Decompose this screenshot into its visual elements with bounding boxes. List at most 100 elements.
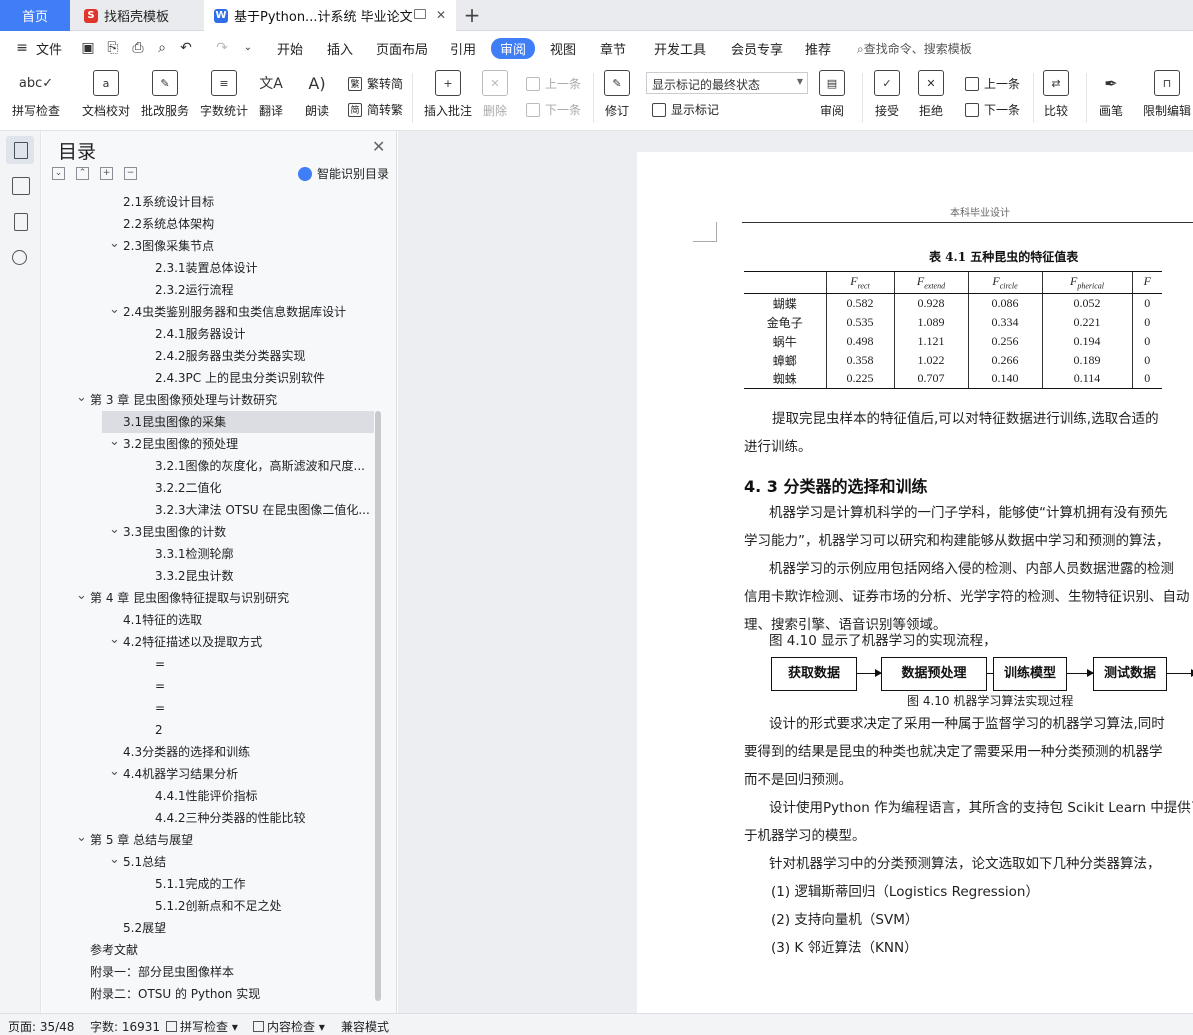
toc-item[interactable]: = [155, 675, 165, 697]
toc-item[interactable]: 4.1特征的选取 [123, 609, 202, 631]
nav-pane-icon[interactable] [12, 177, 30, 195]
toc-item[interactable]: 2.4.3PC 上的昆虫分类识别软件 [155, 367, 325, 389]
toc-item[interactable]: 2 [155, 719, 163, 741]
chevron-down-icon[interactable]: ⌄ [76, 830, 87, 845]
search-icon[interactable] [12, 250, 27, 265]
toc-item[interactable]: 3.3昆虫图像的计数 [123, 521, 226, 543]
chevron-down-icon[interactable]: ⌄ [109, 764, 120, 779]
chevron-down-icon[interactable]: ⌄ [109, 434, 120, 449]
insert-comment-button[interactable]: + 插入批注 [424, 70, 472, 119]
word-count-button[interactable]: ≡ 字数统计 [200, 70, 248, 119]
smart-toc-button[interactable]: 智能识别目录 [298, 165, 389, 182]
toc-item[interactable]: 5.1.2创新点和不足之处 [155, 895, 282, 917]
menu-reference[interactable]: 引用 [450, 39, 476, 58]
hamburger-menu-icon[interactable]: ≡ [14, 40, 30, 56]
markup-state-select[interactable]: 显示标记的最终状态 ▼ [646, 72, 808, 94]
chevron-down-icon[interactable]: ⌄ [109, 632, 120, 647]
chevron-down-icon[interactable]: ⌄ [109, 302, 120, 317]
chevron-down-icon[interactable]: ⌄ [109, 236, 120, 251]
toc-item[interactable]: 3.2昆虫图像的预处理 [123, 433, 238, 455]
compare-button[interactable]: ⇄ 比较 [1043, 70, 1069, 119]
track-changes-button[interactable]: ✎ 修订 [604, 70, 630, 119]
bookmark-icon[interactable] [14, 213, 28, 231]
menu-recommend[interactable]: 推荐 [805, 39, 831, 58]
batch-service-button[interactable]: ✎ 批改服务 [141, 70, 189, 119]
delete-comment-button[interactable]: ✕ 删除 [482, 70, 508, 119]
restrict-edit-button[interactable]: ⊓ 限制编辑 [1143, 70, 1191, 119]
print-preview-icon[interactable]: ⌕ [154, 40, 170, 56]
toc-item[interactable]: 5.1.1完成的工作 [155, 873, 246, 895]
traditional-to-simplified-button[interactable]: 繁繁转简 [348, 75, 403, 92]
add-tab-button[interactable]: + [460, 3, 484, 27]
toc-item[interactable]: 第 3 章 昆虫图像预处理与计数研究 [90, 389, 277, 411]
more-chevron-icon[interactable]: ⌄ [240, 40, 256, 56]
simplified-to-traditional-button[interactable]: 简简转繁 [348, 101, 403, 118]
read-aloud-button[interactable]: A) 朗读 [304, 70, 330, 119]
toc-item[interactable]: 2.3.2运行流程 [155, 279, 234, 301]
collapse-all-icon[interactable]: ⌄ [52, 167, 65, 180]
toc-item[interactable]: 2.1系统设计目标 [123, 191, 214, 213]
show-markup-button[interactable]: 显示标记 [652, 101, 719, 118]
menu-file[interactable]: 文件 [36, 39, 62, 58]
print-icon[interactable]: ⎙ [130, 40, 146, 56]
document-page[interactable]: 本科毕业设计 表 4.1 五种昆虫的特征值表 Frect Fextend Fcirc… [637, 152, 1193, 1013]
menu-chapter[interactable]: 章节 [600, 39, 626, 58]
toc-item[interactable]: 5.2展望 [123, 917, 166, 939]
toc-item[interactable]: 附录一：部分昆虫图像样本 [90, 961, 234, 983]
toc-item[interactable]: 4.4.1性能评价指标 [155, 785, 258, 807]
remove-heading-icon[interactable]: − [124, 167, 137, 180]
menu-member[interactable]: 会员专享 [731, 39, 783, 58]
menu-page-layout[interactable]: 页面布局 [376, 39, 428, 58]
word-count-status[interactable]: 字数: 16931 [90, 1018, 160, 1035]
menu-start[interactable]: 开始 [277, 39, 303, 58]
add-heading-icon[interactable]: + [100, 167, 113, 180]
toc-panel-icon[interactable] [6, 136, 34, 164]
prev-comment-button[interactable]: 上一条 [526, 75, 581, 92]
toc-item[interactable]: 3.1昆虫图像的采集 [102, 411, 374, 433]
doc-proof-button[interactable]: a 文档校对 [82, 70, 130, 119]
toc-item[interactable]: 2.3图像采集节点 [123, 235, 214, 257]
toc-item[interactable]: 第 4 章 昆虫图像特征提取与识别研究 [90, 587, 289, 609]
spellcheck-status[interactable]: 拼写检查 ▾ [166, 1018, 238, 1035]
expand-up-icon[interactable]: ⌃ [76, 167, 89, 180]
toc-item[interactable]: 第 5 章 总结与展望 [90, 829, 193, 851]
toc-item[interactable]: 4.2特征描述以及提取方式 [123, 631, 262, 653]
review-pane-button[interactable]: ▤ 审阅 [819, 70, 845, 119]
redo-icon[interactable]: ↷ [214, 40, 230, 56]
menu-view[interactable]: 视图 [550, 39, 576, 58]
undo-icon[interactable]: ↶ [178, 40, 194, 56]
save-icon[interactable]: ▣ [80, 40, 96, 56]
close-tab-icon[interactable]: ✕ [436, 8, 446, 22]
chevron-down-icon[interactable]: ⌄ [76, 390, 87, 405]
chevron-down-icon[interactable]: ⌄ [76, 588, 87, 603]
pen-button[interactable]: ✒ 画笔 [1098, 70, 1124, 119]
spellcheck-button[interactable]: abc✓ 拼写检查 [12, 70, 60, 119]
toc-scrollbar[interactable] [375, 411, 381, 1001]
toc-item[interactable]: 2.4.1服务器设计 [155, 323, 246, 345]
toc-item[interactable]: 附录二：OTSU 的 Python 实现 [90, 983, 260, 1005]
toc-item[interactable]: 3.2.3大津法 OTSU 在昆虫图像二值化... [155, 499, 370, 521]
tab-template[interactable]: S 找稻壳模板 [72, 0, 202, 31]
toc-item[interactable]: 3.3.2昆虫计数 [155, 565, 234, 587]
toc-item[interactable]: = [155, 697, 165, 719]
toc-item[interactable]: 2.2系统总体架构 [123, 213, 214, 235]
menu-review[interactable]: 审阅 [491, 38, 536, 59]
prev-change-button[interactable]: 上一条 [965, 75, 1020, 92]
content-check-status[interactable]: 内容检查 ▾ [253, 1018, 325, 1035]
accept-button[interactable]: ✓ 接受 [874, 70, 900, 119]
toc-item[interactable]: = [155, 653, 165, 675]
translate-button[interactable]: 文A 翻译 [258, 70, 284, 119]
close-icon[interactable]: ✕ [372, 137, 385, 156]
toc-item[interactable]: 2.4虫类鉴别服务器和虫类信息数据库设计 [123, 301, 346, 323]
export-pdf-icon[interactable]: ⎘ [105, 40, 121, 56]
reject-button[interactable]: ✕ 拒绝 [918, 70, 944, 119]
next-comment-button[interactable]: 下一条 [526, 101, 581, 118]
toc-item[interactable]: 5.1总结 [123, 851, 166, 873]
command-search[interactable]: ⌕查找命令、搜索模板 [857, 40, 972, 57]
monitor-icon[interactable] [414, 9, 426, 19]
toc-item[interactable]: 4.3分类器的选择和训练 [123, 741, 250, 763]
toc-item[interactable]: 2.3.1装置总体设计 [155, 257, 258, 279]
toc-item[interactable]: 3.2.2二值化 [155, 477, 222, 499]
toc-item[interactable]: 参考文献 [90, 939, 138, 961]
toc-item[interactable]: 2.4.2服务器虫类分类器实现 [155, 345, 306, 367]
